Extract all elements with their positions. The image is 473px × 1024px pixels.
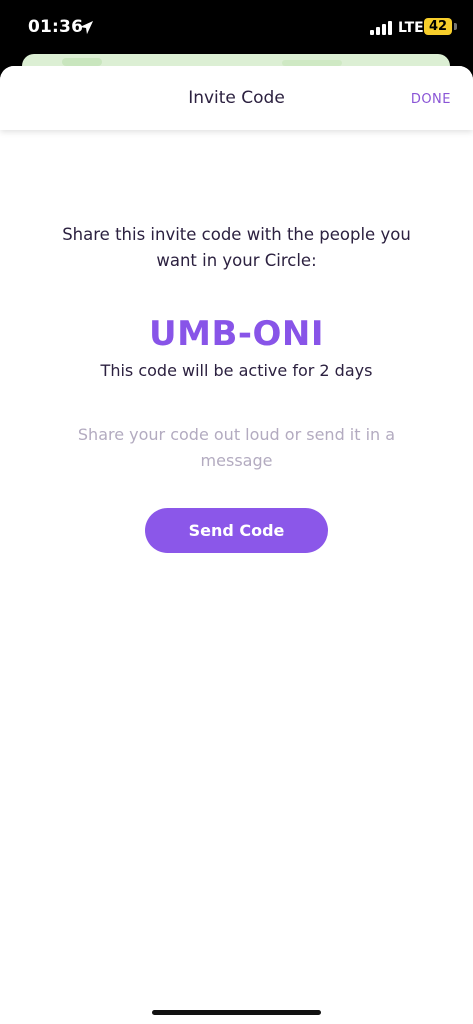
- cellular-signal-icon: [370, 21, 394, 35]
- status-bar: 01:36 LTE 42: [0, 0, 473, 58]
- nav-bar: Invite Code DONE: [0, 66, 473, 130]
- network-type: LTE: [398, 20, 424, 36]
- code-expiry-note: This code will be active for 2 days: [100, 361, 373, 380]
- share-hint: Share your code out loud or send it in a…: [77, 425, 396, 470]
- battery-icon: 42: [424, 18, 452, 35]
- done-button[interactable]: DONE: [411, 92, 451, 107]
- status-time: 01:36: [28, 17, 84, 37]
- page-title: Invite Code: [188, 88, 285, 108]
- invite-code: UMB-ONI: [149, 314, 324, 354]
- instruction-text: Share this invite code with the people y…: [62, 225, 411, 270]
- battery-nub: [454, 23, 457, 30]
- home-indicator[interactable]: [152, 1010, 321, 1015]
- battery-level: 42: [428, 19, 448, 34]
- invite-code-sheet: Invite Code DONE Share this invite code …: [0, 66, 473, 1024]
- location-arrow-icon: [79, 20, 94, 35]
- send-code-button[interactable]: Send Code: [145, 508, 328, 553]
